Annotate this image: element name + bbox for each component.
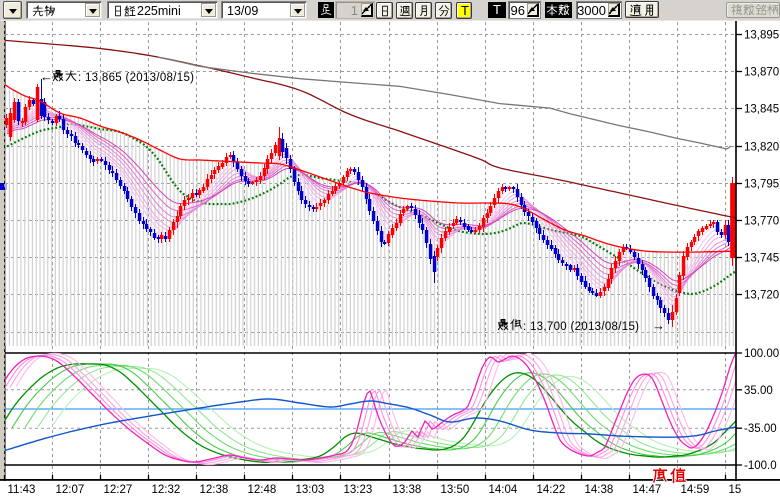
svg-text:→: →	[652, 318, 665, 333]
svg-text:13,870: 13,870	[744, 67, 779, 79]
svg-text:35.00: 35.00	[744, 385, 773, 397]
svg-text:13,770: 13,770	[744, 216, 779, 228]
svg-text:: 13,865 (2013/08/15): : 13,865 (2013/08/15)	[78, 72, 194, 84]
svg-text:13:23: 13:23	[344, 484, 373, 496]
svg-text:12:27: 12:27	[104, 484, 133, 496]
svg-text:13,745: 13,745	[744, 253, 779, 265]
svg-text:: 13,700 (2013/08/15): : 13,700 (2013/08/15)	[523, 321, 639, 333]
svg-text:-100.0: -100.0	[744, 460, 777, 472]
svg-text:12:32: 12:32	[152, 484, 181, 496]
svg-text:11:43: 11:43	[8, 484, 36, 496]
svg-text:13:03: 13:03	[296, 484, 325, 496]
svg-text:14:38: 14:38	[585, 484, 614, 496]
svg-text:100.00: 100.00	[744, 348, 779, 360]
svg-text:13,820: 13,820	[744, 142, 779, 154]
svg-text:13:38: 13:38	[393, 484, 422, 496]
svg-text:14:04: 14:04	[489, 484, 518, 496]
svg-text:13,795: 13,795	[744, 179, 779, 191]
svg-text:13,845: 13,845	[744, 104, 779, 116]
svg-text:13,720: 13,720	[744, 290, 779, 302]
svg-text:12:48: 12:48	[248, 484, 277, 496]
svg-text:13,895: 13,895	[744, 30, 779, 42]
svg-text:14:22: 14:22	[537, 484, 566, 496]
svg-text:15: 15	[729, 484, 742, 496]
svg-text:14:47: 14:47	[633, 484, 662, 496]
svg-text:←: ←	[40, 69, 53, 84]
svg-text:12:07: 12:07	[56, 484, 85, 496]
svg-text:14:59: 14:59	[681, 484, 710, 496]
svg-text:13:50: 13:50	[441, 484, 470, 496]
svg-text:12:38: 12:38	[200, 484, 229, 496]
svg-text:-35.00: -35.00	[744, 423, 777, 435]
